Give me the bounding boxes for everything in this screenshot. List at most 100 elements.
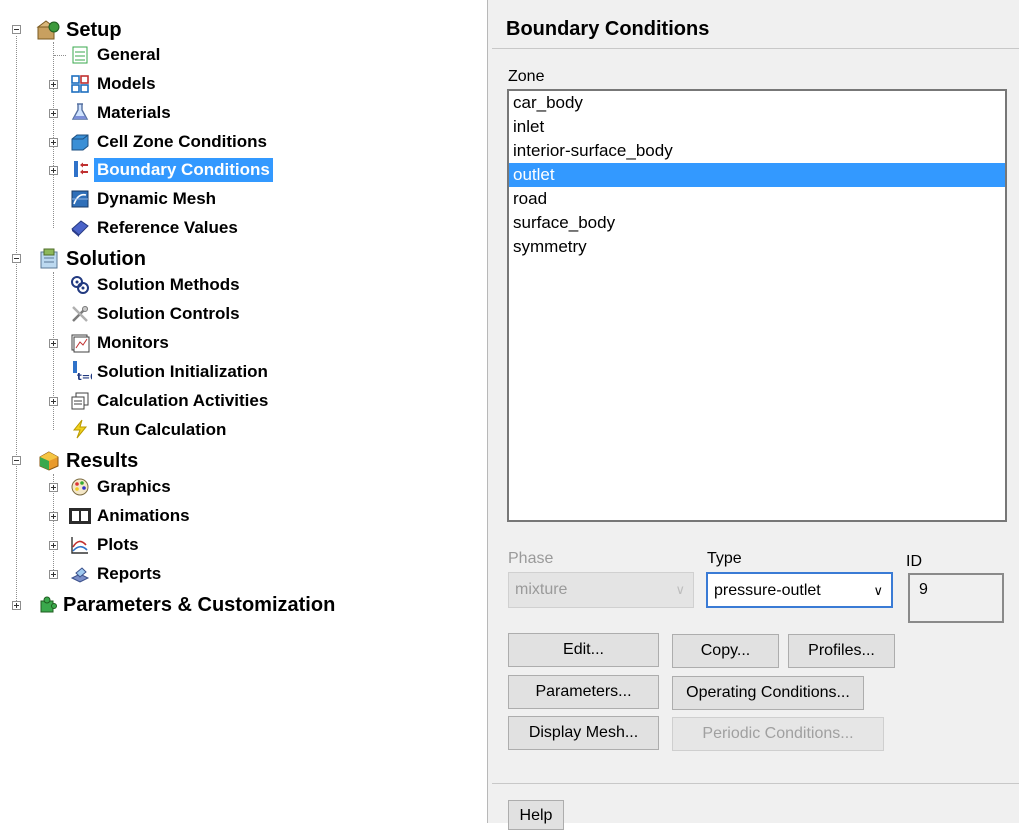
phase-label: Phase — [508, 550, 554, 567]
zone-list-item[interactable]: symmetry — [509, 235, 1005, 259]
tree-label: Results — [66, 450, 139, 472]
tree-label: Parameters & Customization — [63, 594, 336, 616]
tree-node-calculation-activities[interactable]: Calculation Activities — [0, 388, 330, 414]
solution-icon — [40, 248, 58, 269]
expand-toggle[interactable] — [49, 109, 58, 118]
collapse-toggle[interactable] — [12, 456, 21, 465]
tree-label: Plots — [97, 535, 139, 554]
tree-label: Solution — [66, 248, 146, 270]
initialization-icon: t=0 — [73, 361, 92, 381]
tree-label: Models — [97, 74, 156, 93]
zone-list[interactable]: car_body inlet interior-surface_body outlet… — [507, 89, 1007, 522]
dynamic-mesh-icon — [71, 190, 89, 208]
tree-node-solution-methods[interactable]: Solution Methods — [0, 272, 320, 298]
chevron-down-icon: ∨ — [675, 582, 685, 597]
flask-icon — [71, 103, 89, 120]
zone-list-item[interactable]: inlet — [509, 115, 1005, 139]
tree-node-plots[interactable]: Plots — [0, 532, 300, 558]
general-icon — [72, 46, 88, 64]
tree-node-models[interactable]: Models — [0, 71, 300, 97]
tree-label-selected: Boundary Conditions — [94, 158, 273, 182]
activities-icon — [71, 392, 89, 410]
setup-icon — [36, 20, 60, 40]
boundary-conditions-panel: Boundary Conditions Zone car_body inlet in… — [487, 0, 1019, 830]
tree-label: Monitors — [97, 333, 169, 352]
tree-node-dynamic-mesh[interactable]: Dynamic Mesh — [0, 186, 300, 212]
type-dropdown[interactable]: pressure-outlet ∨ — [706, 572, 893, 608]
tree-node-animations[interactable]: Animations — [0, 503, 300, 529]
tree-label: Solution Initialization — [97, 362, 268, 381]
plot-icon — [71, 537, 88, 554]
expand-toggle[interactable] — [49, 483, 58, 492]
tree-node-parameters-customization[interactable]: Parameters & Customization — [0, 592, 420, 618]
tree-label: General — [97, 45, 161, 64]
tree-label: Cell Zone Conditions — [97, 132, 267, 151]
expand-toggle[interactable] — [49, 339, 58, 348]
expand-toggle[interactable] — [49, 541, 58, 550]
phase-value: mixture — [515, 581, 568, 598]
zone-list-item[interactable]: interior-surface_body — [509, 139, 1005, 163]
tree-node-general[interactable]: General — [0, 42, 300, 68]
expand-toggle[interactable] — [49, 138, 58, 147]
tree-label: Solution Controls — [97, 304, 240, 323]
tree-node-results[interactable]: Results — [0, 448, 200, 474]
edit-button[interactable]: Edit... — [508, 633, 659, 667]
copy-button[interactable]: Copy... — [672, 634, 779, 668]
phase-dropdown: mixture ∨ — [508, 572, 694, 608]
tree-label: Graphics — [97, 477, 171, 496]
zone-list-item[interactable]: outlet — [509, 163, 1005, 187]
tree-node-solution-controls[interactable]: Solution Controls — [0, 301, 320, 327]
tree-node-run-calculation[interactable]: Run Calculation — [0, 417, 300, 443]
tree-node-cell-zone-conditions[interactable]: Cell Zone Conditions — [0, 129, 320, 155]
expand-toggle[interactable] — [49, 570, 58, 579]
boundary-icon — [74, 161, 88, 177]
type-value: pressure-outlet — [714, 582, 821, 599]
profiles-button[interactable]: Profiles... — [788, 634, 895, 668]
tree-node-setup[interactable]: Setup — [0, 17, 200, 43]
results-icon — [39, 451, 59, 471]
collapse-toggle[interactable] — [12, 254, 21, 263]
help-button[interactable]: Help — [508, 800, 564, 830]
tree-node-monitors[interactable]: Monitors — [0, 330, 300, 356]
tree-node-reports[interactable]: Reports — [0, 561, 300, 587]
panel-title: Boundary Conditions — [506, 18, 710, 40]
expand-toggle[interactable] — [49, 80, 58, 89]
operating-conditions-button[interactable]: Operating Conditions... — [672, 676, 864, 710]
collapse-toggle[interactable] — [12, 25, 21, 34]
tree-node-reference-values[interactable]: Reference Values — [0, 215, 300, 241]
monitors-icon — [71, 334, 90, 353]
reference-values-icon — [71, 220, 89, 237]
expand-toggle[interactable] — [12, 601, 21, 610]
expand-toggle[interactable] — [49, 397, 58, 406]
tree-label: Setup — [66, 19, 122, 41]
svg-text:t=0: t=0 — [77, 372, 92, 381]
palette-icon — [71, 478, 89, 496]
lightning-icon — [72, 419, 88, 439]
puzzle-icon — [40, 596, 57, 613]
display-mesh-button[interactable]: Display Mesh... — [508, 716, 659, 750]
tree-node-boundary-conditions[interactable]: Boundary Conditions — [0, 157, 330, 183]
tree-node-solution[interactable]: Solution — [0, 246, 200, 272]
type-label: Type — [707, 550, 742, 567]
film-icon — [69, 508, 91, 524]
outline-tree: Setup General Models Materials Cell Zone… — [0, 0, 480, 823]
expand-toggle[interactable] — [49, 512, 58, 521]
zone-list-item[interactable]: surface_body — [509, 211, 1005, 235]
periodic-conditions-button: Periodic Conditions... — [672, 717, 884, 751]
zone-label: Zone — [508, 68, 545, 85]
tree-label: Calculation Activities — [97, 391, 269, 410]
divider — [492, 783, 1019, 784]
parameters-button[interactable]: Parameters... — [508, 675, 659, 709]
expand-toggle[interactable] — [49, 166, 58, 175]
tree-node-materials[interactable]: Materials — [0, 100, 300, 126]
tree-label: Reports — [97, 564, 162, 583]
zone-list-item[interactable]: road — [509, 187, 1005, 211]
tree-node-graphics[interactable]: Graphics — [0, 474, 300, 500]
tree-label: Dynamic Mesh — [97, 189, 217, 208]
zone-list-item[interactable]: car_body — [509, 91, 1005, 115]
controls-icon — [72, 306, 88, 322]
cell-zone-icon — [71, 134, 89, 151]
tree-label: Run Calculation — [97, 420, 227, 439]
tree-node-solution-initialization[interactable]: t=0 Solution Initialization — [0, 359, 330, 385]
tree-label: Materials — [97, 103, 171, 122]
